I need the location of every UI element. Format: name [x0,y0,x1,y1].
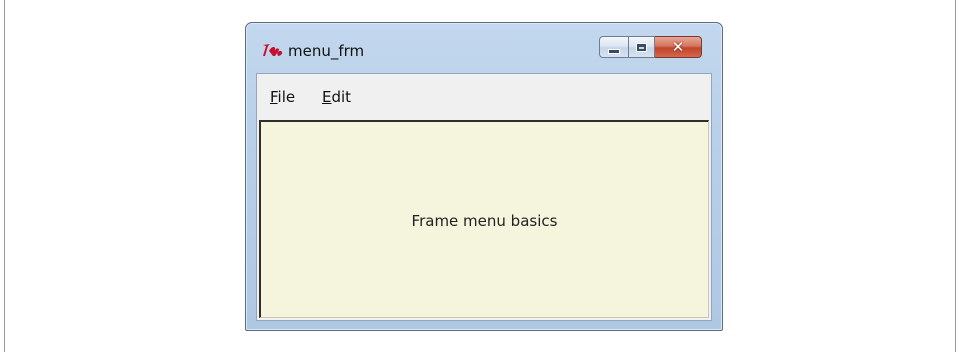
menu-bar: File Edit [257,74,711,119]
menu-file-label: ile [277,88,296,106]
minimize-button[interactable] [599,36,628,58]
client-area: File Edit Frame menu basics [256,73,712,321]
content-frame: Frame menu basics [259,120,709,318]
close-button[interactable]: ✕ [655,36,702,58]
maximize-button[interactable] [628,36,655,58]
frame-label: Frame menu basics [411,212,558,230]
title-bar[interactable]: menu_frm ✕ [246,23,722,71]
menu-edit[interactable]: Edit [322,88,351,106]
caption-buttons: ✕ [599,36,702,58]
menu-file[interactable]: File [270,88,295,106]
maximize-icon [637,43,646,51]
menu-file-mnemonic: F [270,88,278,106]
app-window: menu_frm ✕ File Edit Frame menu basics [245,22,723,331]
minimize-icon [609,49,619,53]
close-icon: ✕ [671,37,685,56]
menu-edit-label: dit [331,88,352,106]
window-title: menu_frm [288,42,365,60]
tk-feather-icon [262,42,284,58]
